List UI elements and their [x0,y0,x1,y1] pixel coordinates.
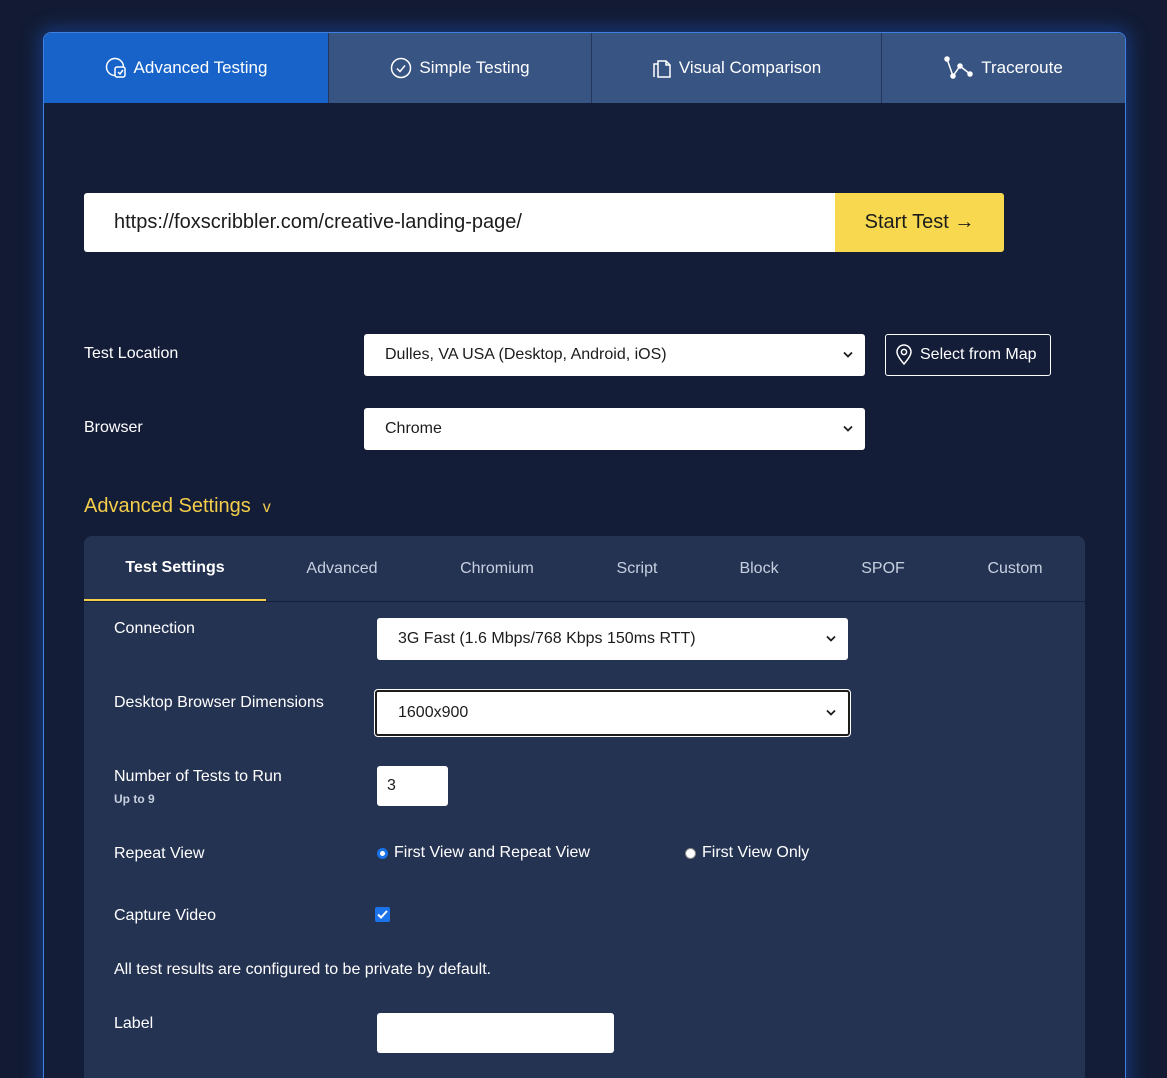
dimensions-value: 1600x900 [398,704,469,721]
main-panel: Advanced Testing Simple Testing Visual C… [43,32,1126,1078]
tab-traceroute[interactable]: Traceroute [882,33,1125,103]
browser-label: Browser [84,419,143,436]
subtab-test-settings[interactable]: Test Settings [84,536,266,601]
tab-label: Visual Comparison [678,58,822,77]
radio-first-and-repeat-view[interactable]: First View and Repeat View [377,844,590,862]
tab-visual-comparison[interactable]: Visual Comparison [592,33,882,103]
chevron-down-icon [826,709,836,716]
connection-label: Connection [114,620,195,637]
tab-label: Simple Testing [419,58,530,77]
advanced-settings-panel: Test Settings Advanced Chromium Script B… [84,536,1085,1078]
tab-label: Advanced Testing [133,58,268,77]
tab-label: Traceroute [981,58,1063,77]
checkmark-icon [377,910,388,919]
connection-value: 3G Fast (1.6 Mbps/768 Kbps 150ms RTT) [398,630,696,647]
num-tests-input[interactable] [377,766,448,806]
advanced-settings-toggle[interactable]: Advanced Settings v [84,495,271,518]
route-nodes-icon [944,56,973,79]
copy-documents-icon [653,60,671,78]
radio-label: First View Only [702,844,810,861]
capture-video-label: Capture Video [114,907,216,924]
radio-label: First View and Repeat View [394,844,590,861]
connection-select[interactable]: 3G Fast (1.6 Mbps/768 Kbps 150ms RTT) [377,618,848,660]
radio-first-view-only[interactable]: First View Only [685,844,809,862]
top-tabs: Advanced Testing Simple Testing Visual C… [44,33,1125,103]
subtab-spof[interactable]: SPOF [842,536,924,602]
test-location-value: Dulles, VA USA (Desktop, Android, iOS) [385,346,667,363]
privacy-note: All test results are configured to be pr… [114,961,492,978]
label-input[interactable] [377,1013,614,1053]
repeat-view-label: Repeat View [114,845,205,862]
num-tests-hint: Up to 9 [114,792,155,806]
map-pin-icon [896,344,912,366]
map-button-label: Select from Map [920,346,1037,363]
capture-video-checkbox[interactable] [375,907,390,922]
radio-dot [685,847,696,859]
tab-simple-testing[interactable]: Simple Testing [329,33,592,103]
label-field-label: Label [114,1015,154,1032]
start-test-button[interactable]: Start Test → [835,193,1004,252]
url-input[interactable] [84,193,835,252]
chevron-down-icon [826,635,836,642]
subtab-custom[interactable]: Custom [964,536,1066,602]
tab-advanced-testing[interactable]: Advanced Testing [44,33,329,103]
select-from-map-button[interactable]: Select from Map [885,334,1051,376]
chevron-down-icon [843,425,853,432]
browser-select[interactable]: Chrome [364,408,865,450]
advanced-settings-label: Advanced Settings [84,495,251,517]
advanced-testing-icon [105,57,126,78]
num-tests-label: Number of Tests to Run [114,768,282,785]
chevron-down-icon: v [262,498,271,516]
subtab-advanced[interactable]: Advanced [284,536,400,602]
chevron-down-icon [843,351,853,358]
test-location-label: Test Location [84,345,179,362]
check-circle-icon [391,57,412,79]
radio-dot-selected [377,847,388,859]
dimensions-select[interactable]: 1600x900 [375,690,850,736]
settings-subtabs: Test Settings Advanced Chromium Script B… [84,536,1085,602]
dimensions-label: Desktop Browser Dimensions [114,694,324,711]
test-location-select[interactable]: Dulles, VA USA (Desktop, Android, iOS) [364,334,865,376]
browser-value: Chrome [385,420,442,437]
url-form: Start Test → [84,193,1004,252]
subtab-chromium[interactable]: Chromium [440,536,554,602]
subtab-block[interactable]: Block [720,536,798,602]
subtab-script[interactable]: Script [594,536,680,602]
